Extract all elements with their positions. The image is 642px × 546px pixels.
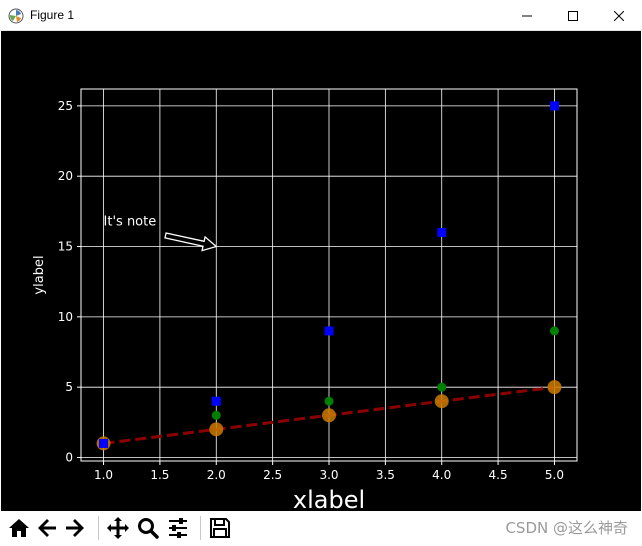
y-tick-label: 0 [65,450,73,464]
configure-subplots-icon [169,518,187,538]
data-point [322,408,336,423]
data-point [547,380,562,395]
y-tick-label: 5 [65,380,73,394]
window-titlebar: Figure 1 [0,0,642,31]
home-button[interactable] [5,514,33,542]
x-tick-label: 1.0 [94,468,113,482]
y-tick-label: 20 [58,169,73,183]
y-tick-label: 15 [58,240,73,254]
pan-button[interactable] [104,514,132,542]
toolbar-separator [98,516,99,540]
minimize-icon [522,15,532,16]
data-point [437,227,447,237]
data-point [434,394,449,409]
x-tick-label: 1.5 [150,468,169,482]
x-tick-label: 5.0 [545,468,564,482]
back-icon [38,519,56,537]
toolbar-separator [200,516,201,540]
watermark: CSDN @这么神奇 [505,519,628,537]
forward-button[interactable] [61,514,89,542]
chart: 1.0 1.5 2.0 2.5 3.0 3.5 4.0 4.5 5.0 0 5 10 15 20 25 It… [32,88,578,514]
save-icon [210,518,230,538]
configure-subplots-button[interactable] [164,514,192,542]
x-tick-label: 4.0 [432,468,451,482]
pan-icon [107,517,129,539]
window-title: Figure 1 [30,8,75,22]
y-tick-label: 10 [58,310,73,324]
save-button[interactable] [206,514,234,542]
data-point [99,438,109,448]
minimize-button[interactable] [504,0,550,31]
zoom-icon [138,518,159,539]
home-icon [9,519,29,537]
forward-icon [66,519,84,537]
figure-canvas[interactable]: 1.0 1.5 2.0 2.5 3.0 3.5 4.0 4.5 5.0 0 5 10 15 20 25 It… [1,31,641,514]
annotation-text: It's note [104,214,157,229]
x-tick-label: 3.0 [319,468,338,482]
matplotlib-icon [8,8,24,24]
x-axis-label: xlabel [293,486,365,511]
data-point [437,382,447,392]
back-button[interactable] [33,514,61,542]
data-point [211,410,221,420]
close-icon [614,10,624,21]
annotation-arrow [164,232,218,252]
close-button[interactable] [596,0,642,31]
x-tick-label: 3.5 [376,468,395,482]
ticks: 1.0 1.5 2.0 2.5 3.0 3.5 4.0 4.5 5.0 0 5 10 15 20 25 [58,99,564,482]
maximize-icon [568,10,578,21]
data-point [211,396,221,406]
data-point [324,396,334,406]
x-tick-label: 4.5 [489,468,508,482]
data-point [209,422,224,437]
y-tick-label: 25 [58,99,73,113]
data-point [549,101,559,111]
y-axis-label: ylabel [32,255,47,294]
zoom-button[interactable] [134,514,162,542]
data-point [549,326,559,336]
maximize-button[interactable] [550,0,596,31]
x-tick-label: 2.5 [263,468,282,482]
data-point [324,326,334,336]
x-tick-label: 2.0 [207,468,226,482]
